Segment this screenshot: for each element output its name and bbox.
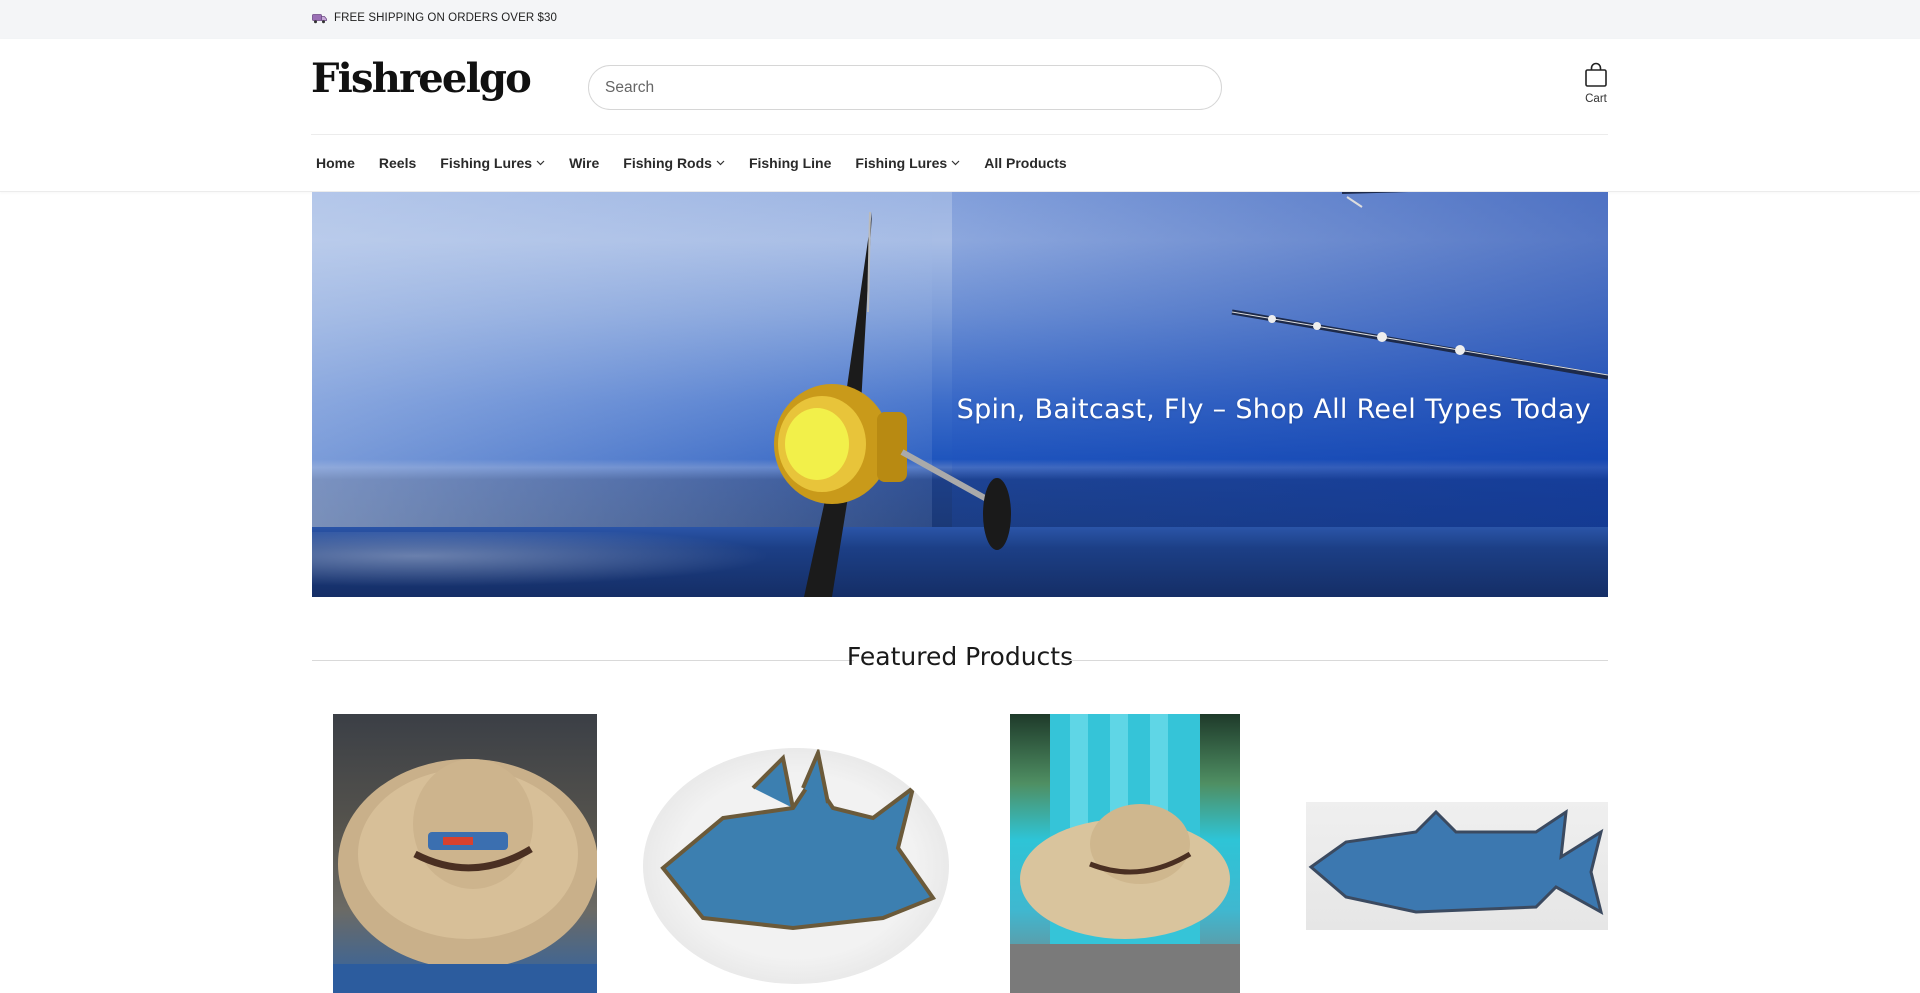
featured-products-title: Featured Products	[846, 642, 1074, 671]
nav-item-all-products[interactable]: All Products	[984, 155, 1066, 171]
product-card-1[interactable]	[333, 714, 597, 993]
nav-item-fishing-lures[interactable]: Fishing Lures	[440, 155, 545, 171]
straw-hat-image	[333, 759, 597, 993]
chevron-down-icon	[951, 160, 960, 166]
cart-label: Cart	[1585, 93, 1607, 105]
divider-right	[1068, 660, 1608, 661]
site-header: Fishreelgo Cart Home Reels Fishing Lures…	[0, 39, 1920, 192]
chevron-down-icon	[536, 160, 545, 166]
cart-button[interactable]: Cart	[1576, 62, 1616, 114]
chevron-down-icon	[716, 160, 725, 166]
truck-icon	[312, 13, 327, 23]
product-card-3[interactable]	[1010, 714, 1240, 993]
announcement-bar: FREE SHIPPING ON ORDERS OVER $30	[0, 0, 1920, 39]
store-logo[interactable]: Fishreelgo	[311, 59, 532, 99]
hero-banner[interactable]: Spin, Baitcast, Fly – Shop All Reel Type…	[312, 192, 1608, 597]
nav-item-fishing-line[interactable]: Fishing Line	[749, 155, 831, 171]
hat-on-chair-image	[1010, 714, 1240, 993]
hogfish-cutout-image	[660, 748, 937, 931]
hero-headline: Spin, Baitcast, Fly – Shop All Reel Type…	[956, 394, 1591, 425]
tarpon-cutout-image	[1308, 808, 1604, 915]
shopping-bag-icon	[1585, 62, 1607, 87]
nav-item-wire[interactable]: Wire	[569, 155, 599, 171]
product-card-4[interactable]	[1306, 802, 1608, 930]
search-input[interactable]	[588, 65, 1222, 110]
product-grid	[312, 714, 1608, 993]
product-card-2[interactable]	[643, 748, 949, 984]
announcement-text: FREE SHIPPING ON ORDERS OVER $30	[334, 12, 558, 24]
main-nav: Home Reels Fishing Lures Wire Fishing Ro…	[316, 155, 1091, 171]
nav-item-fishing-lures-2[interactable]: Fishing Lures	[855, 155, 960, 171]
nav-item-fishing-rods[interactable]: Fishing Rods	[623, 155, 725, 171]
nav-item-reels[interactable]: Reels	[379, 155, 416, 171]
featured-products-heading: Featured Products	[312, 640, 1608, 676]
header-divider	[311, 134, 1608, 135]
nav-item-home[interactable]: Home	[316, 155, 355, 171]
